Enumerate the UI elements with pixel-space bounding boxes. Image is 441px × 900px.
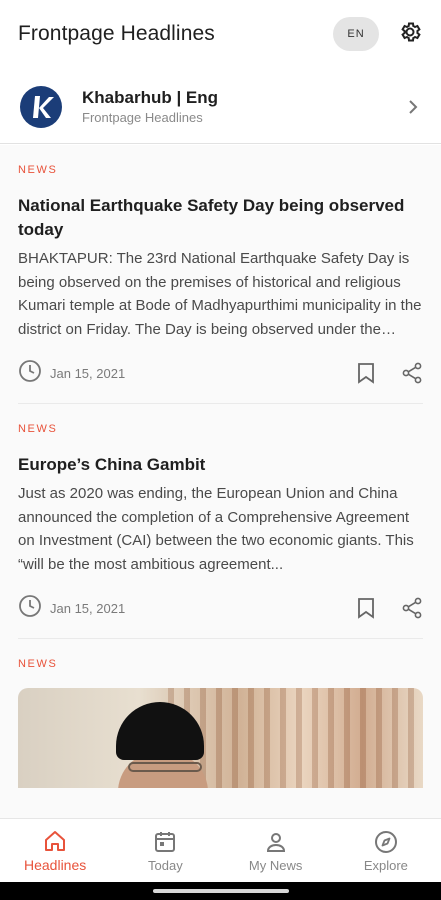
compass-icon (373, 829, 399, 855)
clock-icon (18, 594, 42, 623)
page-title: Frontpage Headlines (18, 22, 215, 45)
home-gesture-handle[interactable] (152, 889, 289, 893)
share-icon (402, 597, 422, 619)
article-headline[interactable]: National Earthquake Safety Day being obs… (18, 194, 423, 242)
bookmark-button[interactable] (355, 597, 377, 619)
nav-label: My News (248, 857, 303, 873)
bookmark-button[interactable] (355, 362, 377, 384)
source-row[interactable]: Khabarhub | Eng Frontpage Headlines (0, 70, 441, 144)
bottom-navigation: Headlines Today My News Explore (0, 818, 441, 882)
category-tag: NEWS (18, 658, 58, 670)
share-button[interactable] (401, 597, 423, 619)
person-icon (263, 829, 289, 855)
image-background (168, 688, 423, 788)
category-tag: NEWS (18, 164, 58, 176)
source-logo (20, 85, 62, 128)
app-bar: Frontpage Headlines EN (0, 0, 441, 68)
source-name: Khabarhub | Eng (82, 88, 219, 107)
clock-icon (18, 359, 42, 388)
bookmark-icon (358, 363, 374, 384)
article-image[interactable] (18, 688, 423, 788)
language-toggle-button[interactable]: EN (333, 17, 379, 51)
nav-headlines[interactable]: Headlines (0, 819, 110, 882)
gear-icon (398, 20, 422, 49)
chevron-right-icon (403, 97, 423, 117)
nav-label: Explore (363, 857, 408, 873)
article-date: Jan 15, 2021 (50, 600, 126, 616)
article-excerpt: BHAKTAPUR: The 23rd National Earthquake … (18, 250, 422, 338)
nav-my-news[interactable]: My News (221, 819, 331, 882)
article-excerpt: Just as 2020 was ending, the European Un… (18, 485, 414, 573)
share-button[interactable] (401, 362, 423, 384)
k-logo-icon (33, 95, 54, 118)
article-card[interactable]: NEWS Europe’s China Gambit Just as 2020 … (18, 404, 423, 639)
calendar-icon (152, 829, 178, 855)
image-glasses (128, 762, 202, 772)
nav-label: Today (148, 857, 183, 873)
news-feed[interactable]: NEWS National Earthquake Safety Day bein… (0, 145, 441, 818)
nav-explore[interactable]: Explore (331, 819, 441, 882)
settings-button[interactable] (397, 21, 423, 47)
home-icon (42, 828, 68, 854)
category-tag: NEWS (18, 423, 58, 435)
article-headline[interactable]: Europe’s China Gambit (18, 453, 423, 477)
nav-label: Headlines (23, 857, 87, 873)
article-meta: Jan 15, 2021 (18, 355, 423, 391)
article-date: Jan 15, 2021 (50, 365, 126, 381)
article-card[interactable]: NEWS (18, 639, 423, 788)
bookmark-icon (358, 598, 374, 619)
article-meta: Jan 15, 2021 (18, 590, 423, 626)
source-subtitle: Frontpage Headlines (82, 110, 203, 125)
article-card[interactable]: NEWS National Earthquake Safety Day bein… (18, 145, 423, 404)
nav-today[interactable]: Today (110, 819, 220, 882)
system-nav-bar (0, 882, 441, 900)
share-icon (402, 362, 422, 384)
